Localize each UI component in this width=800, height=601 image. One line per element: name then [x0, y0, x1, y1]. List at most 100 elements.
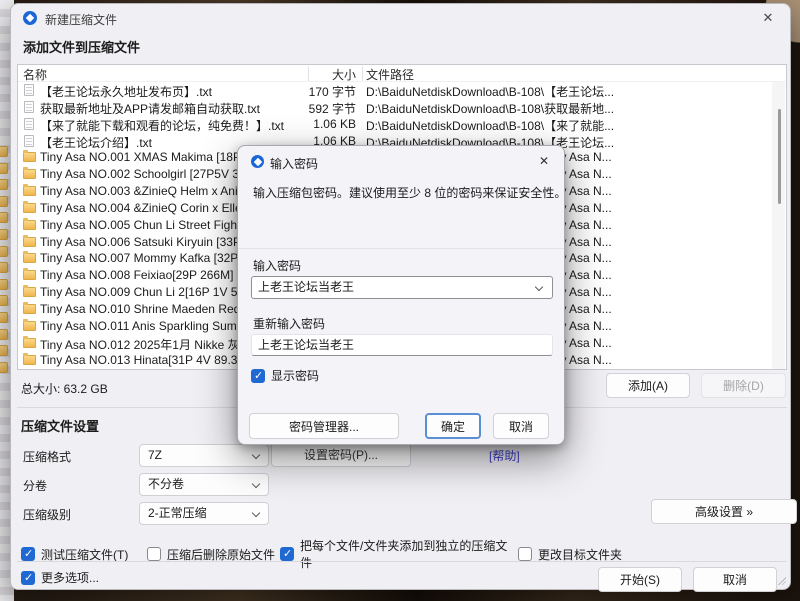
checkbox-icon[interactable]: [518, 547, 532, 561]
file-path: D:\BaiduNetdiskDownload\B-108\【老王论坛...: [366, 83, 614, 100]
show-password-checkbox[interactable]: 显示密码: [251, 367, 319, 384]
column-size[interactable]: 大小: [268, 66, 356, 83]
advanced-settings-button[interactable]: 高级设置 »: [651, 499, 797, 524]
ok-button[interactable]: 确定: [425, 413, 481, 439]
checkbox-icon[interactable]: [147, 547, 161, 561]
password-manager-button[interactable]: 密码管理器...: [249, 413, 399, 439]
setting-row: 压缩级别 2-正常压缩: [21, 502, 281, 531]
chevron-down-icon[interactable]: [535, 283, 543, 291]
password-description: 输入压缩包密码。建议使用至少 8 位的密码来保证安全性。: [253, 184, 566, 201]
file-name: Tiny Asa NO.001 XMAS Makima [18P 2: [40, 150, 251, 164]
column-name[interactable]: 名称: [23, 66, 47, 83]
txt-file-icon: [24, 101, 34, 113]
column-path[interactable]: 文件路径: [366, 66, 414, 83]
table-row[interactable]: 【老王论坛永久地址发布页】.txt 170 字节 D:\BaiduNetdisk…: [18, 82, 771, 99]
folder-icon: [0, 362, 8, 373]
folder-icon: [23, 152, 36, 162]
folder-icon: [0, 163, 8, 174]
chevron-down-icon[interactable]: [252, 509, 260, 517]
option-checkbox[interactable]: 压缩后删除原始文件: [147, 546, 280, 563]
file-name: Tiny Asa NO.010 Shrine Maeden Red N: [40, 302, 252, 316]
folder-icon: [23, 338, 36, 348]
checkbox-icon[interactable]: [280, 547, 294, 561]
options-checkbox-row: 测试压缩文件(T) 压缩后删除原始文件 把每个文件/文件夹添加到独立的压缩文件 …: [21, 537, 622, 571]
file-name: Tiny Asa NO.012 2025年1月 Nikke 灰姑: [40, 336, 252, 353]
divider: [17, 561, 787, 562]
vertical-scrollbar[interactable]: [772, 82, 785, 369]
setting-row: 分卷 不分卷: [21, 473, 281, 502]
folder-icon: [0, 196, 8, 207]
file-size: 592 字节: [268, 100, 356, 117]
file-name: Tiny Asa NO.004 &ZinieQ Corin x Eller: [40, 201, 246, 215]
more-options-label: 更多选项...: [41, 569, 99, 586]
option-checkbox[interactable]: 把每个文件/文件夹添加到独立的压缩文件: [280, 537, 518, 571]
table-row[interactable]: 【来了就能下载和观看的论坛，纯免费！】.txt 1.06 KB D:\Baidu…: [18, 116, 771, 133]
file-name: Tiny Asa NO.011 Anis Sparkling Summ: [40, 319, 247, 333]
divider: [238, 248, 564, 249]
setting-value: 不分卷: [148, 477, 184, 491]
close-icon[interactable]: ✕: [759, 9, 777, 27]
more-options-checkbox[interactable]: 更多选项...: [21, 569, 99, 586]
folder-icon: [23, 321, 36, 331]
resize-grip-icon[interactable]: [777, 576, 786, 585]
column-divider[interactable]: [308, 66, 309, 81]
list-header[interactable]: 名称 大小 文件路径: [18, 65, 786, 82]
folder-icon: [0, 345, 8, 356]
option-checkbox[interactable]: 测试压缩文件(T): [21, 546, 147, 563]
page-title: 添加文件到压缩文件: [23, 37, 140, 56]
file-name: Tiny Asa NO.009 Chun Li 2[16P 1V 518: [40, 285, 251, 299]
chevron-down-icon[interactable]: [252, 451, 260, 459]
folder-icon: [23, 237, 36, 247]
setting-dropdown[interactable]: 2-正常压缩: [139, 502, 269, 525]
bandizip-logo-icon: [251, 155, 264, 168]
file-name: 【来了就能下载和观看的论坛，纯免费！】.txt: [40, 117, 284, 134]
file-path: D:\BaiduNetdiskDownload\B-108\获取最新地...: [366, 100, 614, 117]
setting-label: 压缩格式: [23, 448, 71, 465]
enter-password-dialog: 输入密码 ✕ 输入压缩包密码。建议使用至少 8 位的密码来保证安全性。 输入密码…: [237, 145, 565, 445]
file-name: 【老王论坛永久地址发布页】.txt: [40, 83, 212, 100]
file-name: Tiny Asa NO.006 Satsuki Kiryuin [33P7V: [40, 235, 256, 249]
checkbox-icon[interactable]: [21, 547, 35, 561]
folder-icon: [23, 304, 36, 314]
add-button[interactable]: 添加(A): [606, 373, 690, 398]
txt-file-icon: [24, 135, 34, 147]
folder-icon: [0, 295, 8, 306]
help-link[interactable]: [帮助]: [489, 447, 520, 464]
file-name: Tiny Asa NO.013 Hinata[31P 4V 89.3M]: [40, 353, 251, 367]
chevron-down-icon[interactable]: [252, 480, 260, 488]
file-name: 获取最新地址及APP请发邮箱自动获取.txt: [40, 100, 260, 117]
setting-value: 7Z: [148, 448, 162, 462]
checkbox-icon[interactable]: [251, 369, 265, 383]
settings-heading: 压缩文件设置: [21, 416, 99, 435]
dialog-title: 输入密码: [270, 155, 318, 172]
setting-dropdown[interactable]: 7Z: [139, 444, 269, 467]
option-checkbox[interactable]: 更改目标文件夹: [518, 546, 622, 563]
password-value: 上老王论坛当老王: [258, 280, 354, 294]
file-path: D:\BaiduNetdiskDownload\B-108\【来了就能...: [366, 117, 614, 134]
folder-icon: [0, 262, 8, 273]
cancel-button[interactable]: 取消: [693, 567, 777, 592]
archive-settings-fields: 压缩格式 7Z 分卷 不分卷 压缩级别 2-正常压缩: [21, 444, 281, 531]
confirm-password-input[interactable]: 上老王论坛当老王: [251, 334, 553, 356]
folder-icon: [0, 179, 8, 190]
folder-icon: [23, 355, 36, 365]
file-name: Tiny Asa NO.005 Chun Li Street Fighter: [40, 218, 251, 232]
table-row[interactable]: 获取最新地址及APP请发邮箱自动获取.txt 592 字节 D:\BaiduNe…: [18, 99, 771, 116]
window-title: 新建压缩文件: [45, 11, 117, 28]
show-password-label: 显示密码: [271, 367, 319, 384]
close-icon[interactable]: ✕: [536, 153, 552, 169]
start-button[interactable]: 开始(S): [598, 567, 682, 592]
total-size-label: 总大小: 63.2 GB: [21, 380, 108, 397]
titlebar: 新建压缩文件 ✕: [11, 4, 790, 32]
scrollbar-thumb[interactable]: [778, 109, 781, 204]
setting-dropdown[interactable]: 不分卷: [139, 473, 269, 496]
dialog-cancel-button[interactable]: 取消: [493, 413, 549, 439]
column-divider[interactable]: [362, 66, 363, 81]
checkbox-icon[interactable]: [21, 571, 35, 585]
folder-icon: [0, 279, 8, 290]
file-name: Tiny Asa NO.002 Schoolgirl [27P5V 356: [40, 167, 252, 181]
delete-button: 删除(D): [701, 373, 786, 398]
password-input[interactable]: 上老王论坛当老王: [251, 276, 553, 299]
folder-icon: [23, 287, 36, 297]
setting-row: 压缩格式 7Z: [21, 444, 281, 473]
